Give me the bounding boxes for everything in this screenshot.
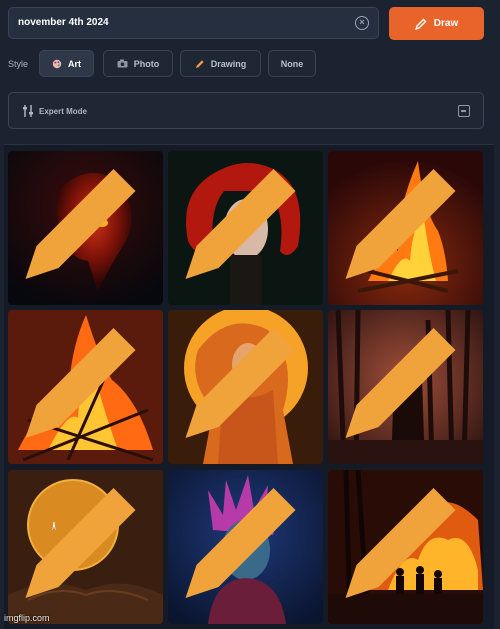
palette-icon [52,59,62,68]
collapse-icon[interactable] [458,105,470,117]
edit-pencil-icon[interactable] [8,470,158,620]
draw-button-label: Draw [433,18,459,29]
edit-pencil-icon[interactable] [328,151,478,301]
style-option-none[interactable]: None [268,50,316,77]
gallery-image[interactable] [328,310,483,464]
sliders-icon [23,105,33,117]
style-option-art[interactable]: Art [39,50,94,77]
expert-mode-label: Expert Mode [39,107,88,116]
gallery-image[interactable] [328,151,483,305]
style-option-label: Drawing [210,58,247,69]
gallery-image[interactable] [168,470,323,624]
style-label: Style [8,59,29,69]
draw-button[interactable]: Draw [389,7,484,40]
gallery-image[interactable] [168,151,323,305]
edit-pencil-icon[interactable] [8,310,158,460]
style-option-photo[interactable]: Photo [103,50,173,77]
gallery-image[interactable] [8,470,163,624]
pencil-icon [414,18,427,30]
style-option-label: Art [68,58,81,69]
style-option-label: None [280,58,304,69]
gallery-image[interactable] [8,310,163,464]
edit-pencil-icon[interactable] [168,310,318,460]
gallery-image[interactable] [328,470,483,624]
style-option-label: Photo [133,58,160,69]
expert-mode-toggle[interactable]: Expert Mode [8,92,484,129]
edit-pencil-icon[interactable] [8,151,158,301]
pencil-icon [195,59,204,68]
clear-icon[interactable]: × [355,16,369,30]
edit-pencil-icon[interactable] [168,151,318,301]
watermark: imgflip.com [4,613,50,623]
gallery-image[interactable] [168,310,323,464]
edit-pencil-icon[interactable] [328,310,478,460]
edit-pencil-icon[interactable] [328,470,478,620]
camera-icon [117,59,128,68]
prompt-input[interactable]: november 4th 2024 × [8,7,379,39]
edit-pencil-icon[interactable] [168,470,318,620]
prompt-input-value: november 4th 2024 [18,17,109,28]
image-gallery [4,144,494,629]
style-option-drawing[interactable]: Drawing [180,50,261,77]
gallery-image[interactable] [8,151,163,305]
